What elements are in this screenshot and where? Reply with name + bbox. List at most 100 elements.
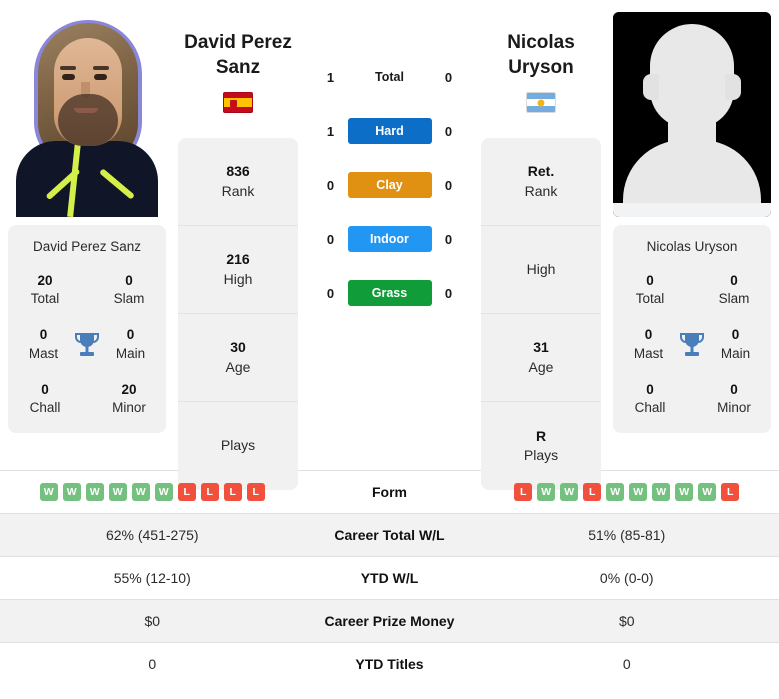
- surface-label-hard[interactable]: Hard: [347, 118, 432, 144]
- right-career-prize-money: $0: [618, 613, 635, 629]
- right-form-strip: LWWLWWWWWL: [481, 483, 774, 501]
- right-high-cell: High: [481, 226, 601, 315]
- label: Mast: [28, 345, 59, 361]
- left-career-prize-money: $0: [144, 613, 161, 629]
- form-badge-loss: L: [177, 483, 196, 501]
- right-ytd-wl: 0% (0-0): [599, 570, 654, 586]
- form-badge-win: W: [85, 483, 104, 501]
- right-main-titles: 0 Main: [706, 326, 765, 362]
- surface-label-indoor[interactable]: Indoor: [347, 226, 432, 252]
- trophy-icon: [678, 330, 706, 360]
- left-score-hard: 1: [326, 123, 335, 139]
- left-titles-card: David Perez Sanz 20 Total 0 Slam 0 Mast: [8, 225, 166, 434]
- right-score-indoor: 0: [444, 231, 453, 247]
- left-player-name[interactable]: David Perez Sanz: [178, 12, 298, 80]
- titles-row-chall-minor: 0 Chall 0 Minor: [619, 381, 765, 417]
- right-plays-cell: R Plays: [481, 402, 601, 490]
- surface-row-clay: 0 Clay 0: [310, 172, 469, 198]
- form-badge-win: W: [537, 483, 556, 501]
- right-score-clay: 0: [444, 177, 453, 193]
- right-chall-titles: 0 Chall: [619, 381, 681, 417]
- left-player-photo[interactable]: [8, 12, 166, 217]
- table-row-ytd-titles: 0 YTD Titles 0: [0, 642, 779, 686]
- left-mast-titles: 0 Mast: [14, 326, 73, 362]
- left-form-strip: WWWWWWLLLL: [6, 483, 299, 501]
- right-titles-card: Nicolas Uryson 0 Total 0 Slam 0 Mast 0 M…: [613, 225, 771, 434]
- left-age-cell: 30 Age: [178, 314, 298, 403]
- left-player-panel: David Perez Sanz 20 Total 0 Slam 0 Mast: [8, 12, 166, 434]
- label: Rank: [524, 182, 558, 199]
- value: 20: [37, 273, 53, 288]
- left-ytd-titles: 0: [148, 656, 157, 672]
- form-badge-win: W: [606, 483, 625, 501]
- right-profile-card: Ret. Rank High 31 Age R Plays: [481, 138, 601, 491]
- label: Age: [528, 358, 554, 375]
- stats-comparison-table: WWWWWWLLLL Form LWWLWWWWWL 62% (451-275)…: [0, 470, 779, 685]
- label: Main: [720, 345, 751, 361]
- player-silhouette-icon: [613, 12, 771, 217]
- label: Chall: [634, 400, 666, 416]
- right-score-grass: 0: [444, 285, 453, 301]
- surface-row-hard: 1 Hard 0: [310, 118, 469, 144]
- value: 31: [533, 339, 549, 356]
- left-profile-card: 836 Rank 216 High 30 Age Plays: [178, 138, 298, 491]
- right-player-profile: Nicolas Uryson Ret. Rank High 31 Age R P…: [481, 12, 601, 491]
- right-flag-wrap: [481, 92, 601, 116]
- value: 30: [230, 339, 246, 356]
- label: Total: [635, 291, 665, 307]
- right-score-total: 0: [444, 69, 453, 85]
- surface-label-total: Total: [375, 70, 404, 84]
- form-badge-win: W: [39, 483, 58, 501]
- titles-row-total-slam: 0 Total 0 Slam: [619, 272, 765, 308]
- row-label-ytd-wl: YTD W/L: [360, 570, 419, 586]
- left-flag-wrap: [178, 92, 298, 116]
- row-label-form: Form: [372, 484, 407, 500]
- right-player-photo[interactable]: [613, 12, 771, 217]
- value: 216: [226, 251, 250, 268]
- label: Slam: [718, 291, 750, 307]
- value: R: [535, 427, 547, 444]
- value: 0: [730, 273, 738, 288]
- surface-label-grass[interactable]: Grass: [347, 280, 432, 306]
- label: Mast: [633, 345, 664, 361]
- surface-label-clay[interactable]: Clay: [347, 172, 432, 198]
- right-age-cell: 31 Age: [481, 314, 601, 403]
- label: Main: [115, 345, 146, 361]
- form-badge-loss: L: [583, 483, 602, 501]
- left-plays-cell: Plays: [178, 402, 298, 490]
- surface-row-indoor: 0 Indoor 0: [310, 226, 469, 252]
- surface-row-total: 1 Total 0: [310, 64, 469, 90]
- right-player-panel: Nicolas Uryson 0 Total 0 Slam 0 Mast 0 M…: [613, 12, 771, 434]
- form-badge-loss: L: [721, 483, 740, 501]
- label: Age: [225, 358, 251, 375]
- name-line-2: Uryson: [508, 57, 574, 79]
- name-line-2: Sanz: [215, 57, 261, 79]
- form-badge-win: W: [108, 483, 127, 501]
- label: Slam: [113, 291, 145, 307]
- right-player-name[interactable]: Nicolas Uryson: [481, 12, 601, 80]
- form-badge-win: W: [560, 483, 579, 501]
- left-rank-cell: 836 Rank: [178, 138, 298, 227]
- label: Total: [30, 291, 60, 307]
- left-player-profile: David Perez Sanz 836 Rank 216 High 30 Ag…: [178, 12, 298, 491]
- comparison-header: David Perez Sanz 20 Total 0 Slam 0 Mast: [0, 0, 779, 491]
- value: 0: [41, 381, 49, 397]
- table-row-career-prize-money: $0 Career Prize Money $0: [0, 599, 779, 643]
- value: 0: [125, 273, 133, 288]
- form-badge-loss: L: [223, 483, 242, 501]
- left-score-total: 1: [326, 69, 335, 85]
- left-score-clay: 0: [326, 177, 335, 193]
- right-ytd-titles: 0: [622, 656, 631, 672]
- form-badge-loss: L: [200, 483, 219, 501]
- left-high-cell: 216 High: [178, 226, 298, 315]
- value: Ret.: [527, 163, 555, 180]
- value: 0: [126, 327, 135, 343]
- form-badge-win: W: [154, 483, 173, 501]
- right-score-hard: 0: [444, 123, 453, 139]
- name-line-1: Nicolas: [507, 32, 575, 53]
- form-badge-win: W: [131, 483, 150, 501]
- surface-row-grass: 0 Grass 0: [310, 280, 469, 306]
- titles-row-mast-main: 0 Mast 0 Main: [14, 326, 160, 362]
- left-minor-titles: 20 Minor: [98, 381, 160, 417]
- form-badge-loss: L: [514, 483, 533, 501]
